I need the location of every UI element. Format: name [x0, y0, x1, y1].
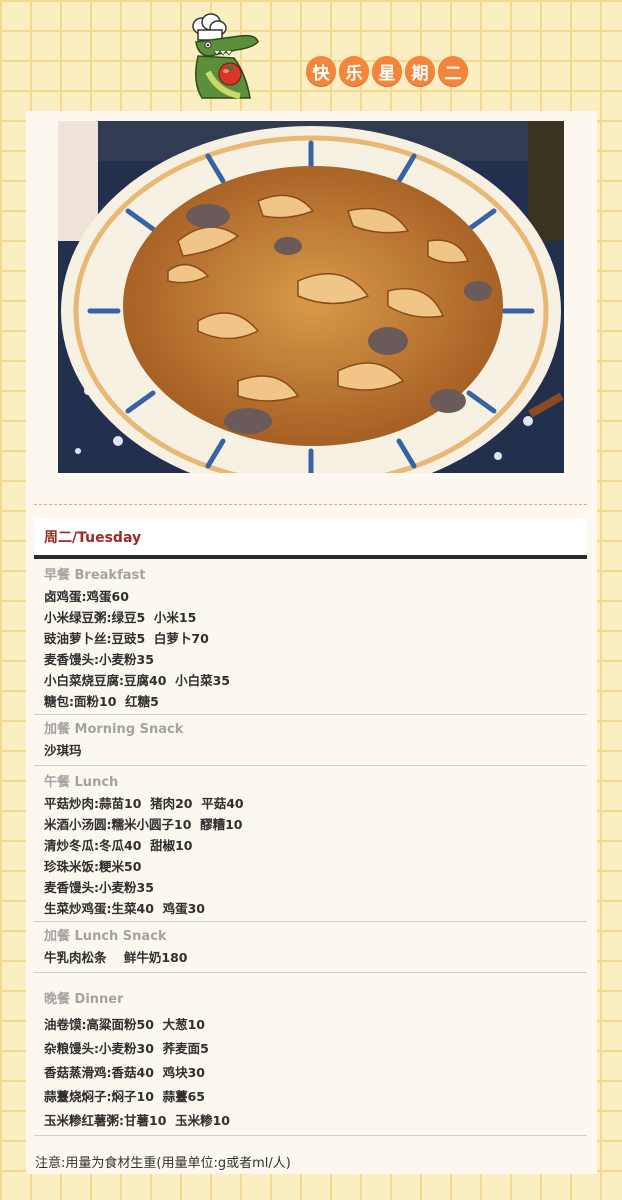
meal-label: 晚餐 Dinner	[44, 992, 124, 1007]
header: 快 乐 星 期 二	[0, 0, 622, 105]
title-char: 乐	[339, 56, 369, 86]
menu-item: 糖包:面粉10 红糖5	[44, 694, 159, 709]
title-char: 星	[372, 56, 402, 86]
menu-item: 豉油萝卜丝:豆豉5 白萝卜70	[44, 631, 209, 646]
day-title: 周二/Tuesday	[34, 519, 587, 559]
meal-label: 午餐 Lunch	[44, 775, 119, 790]
title-char: 快	[306, 56, 336, 86]
meal-label: 加餐 Morning Snack	[44, 722, 184, 737]
menu-card: 周二/Tuesday 早餐 Breakfast 卤鸡蛋:鸡蛋60 小米绿豆粥:绿…	[26, 111, 597, 1174]
meal-section-morning-snack: 加餐 Morning Snack 沙琪玛	[34, 715, 587, 766]
meal-label: 加餐 Lunch Snack	[44, 929, 167, 944]
meal-section-lunch: 午餐 Lunch 平菇炒肉:蒜苗10 猪肉20 平菇40 米酒小汤圆:糯米小圆子…	[34, 766, 587, 922]
page-title: 快 乐 星 期 二	[306, 56, 468, 86]
menu-item: 油卷馍:高粱面粉50 大葱10	[44, 1017, 205, 1032]
menu-item: 杂粮馒头:小麦粉30 荞麦面5	[44, 1041, 209, 1056]
menu-item: 清炒冬瓜:冬瓜40 甜椒10	[44, 838, 193, 853]
menu-item: 小白菜烧豆腐:豆腐40 小白菜35	[44, 673, 230, 688]
title-char: 期	[405, 56, 435, 86]
menu-item: 生菜炒鸡蛋:生菜40 鸡蛋30	[44, 901, 205, 916]
menu-item: 平菇炒肉:蒜苗10 猪肉20 平菇40	[44, 796, 244, 811]
meal-section-dinner: 晚餐 Dinner 油卷馍:高粱面粉50 大葱10 杂粮馒头:小麦粉30 荞麦面…	[34, 973, 587, 1136]
menu-item: 蒜薹烧焖子:焖子10 蒜薹65	[44, 1089, 205, 1104]
meal-section-lunch-snack: 加餐 Lunch Snack 牛乳肉松条 鲜牛奶180	[34, 922, 587, 973]
menu-item: 香菇蒸滑鸡:香菇40 鸡块30	[44, 1065, 205, 1080]
menu-item: 沙琪玛	[44, 743, 82, 758]
menu-item: 米酒小汤圆:糯米小圆子10 醪糟10	[44, 817, 243, 832]
meal-label: 早餐 Breakfast	[44, 568, 146, 583]
menu-list: 周二/Tuesday 早餐 Breakfast 卤鸡蛋:鸡蛋60 小米绿豆粥:绿…	[34, 519, 587, 1136]
crocodile-chef-icon	[192, 13, 259, 99]
menu-item: 卤鸡蛋:鸡蛋60	[44, 589, 129, 604]
dashed-divider	[34, 504, 587, 505]
menu-item: 牛乳肉松条 鲜牛奶180	[44, 950, 188, 965]
title-char: 二	[438, 56, 468, 86]
menu-item: 玉米糁红薯粥:甘薯10 玉米糁10	[44, 1113, 230, 1128]
dish-photo	[58, 121, 564, 473]
meal-section-breakfast: 早餐 Breakfast 卤鸡蛋:鸡蛋60 小米绿豆粥:绿豆5 小米15 豉油萝…	[34, 559, 587, 715]
menu-item: 珍珠米饭:粳米50	[44, 859, 142, 874]
menu-item: 麦香馒头:小麦粉35	[44, 652, 154, 667]
footer-note: 注意:用量为食材生重(用量单位:g或者ml/人)	[35, 1156, 291, 1171]
menu-item: 小米绿豆粥:绿豆5 小米15	[44, 610, 197, 625]
menu-item: 麦香馒头:小麦粉35	[44, 880, 154, 895]
